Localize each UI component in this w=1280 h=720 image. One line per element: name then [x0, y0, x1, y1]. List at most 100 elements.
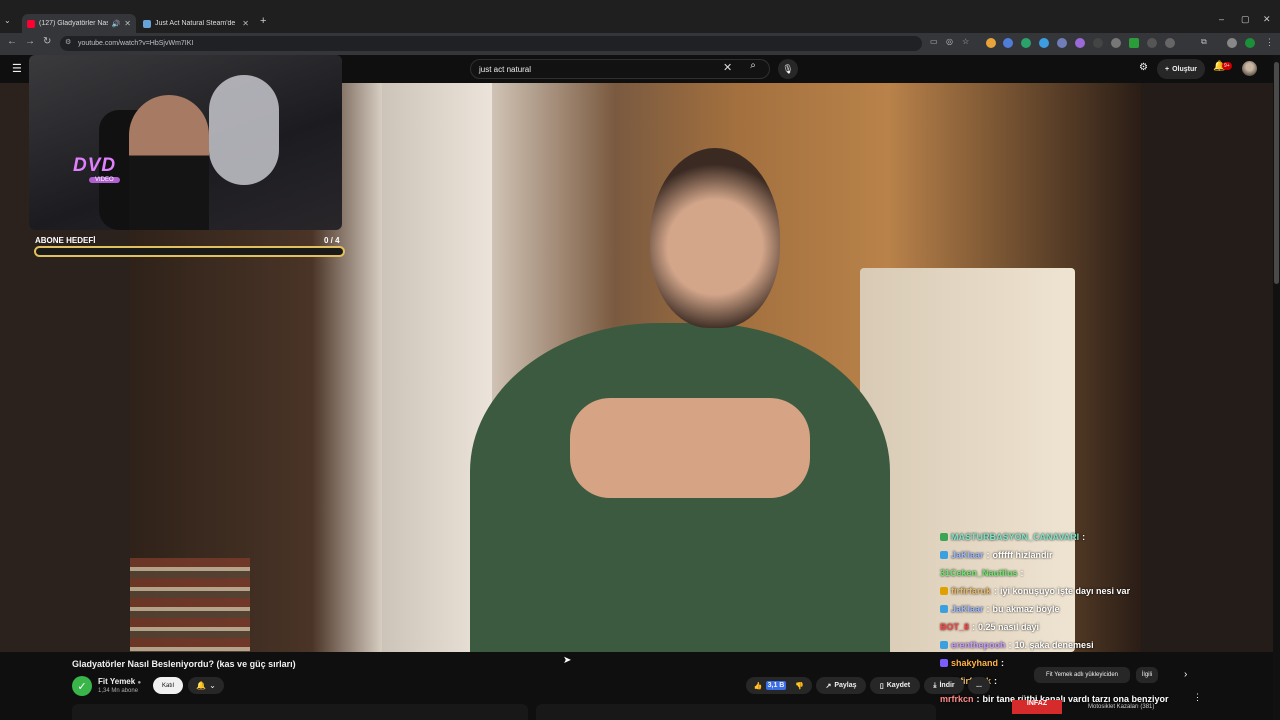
download-button[interactable]: ⤓ İndir [924, 677, 964, 694]
account-avatar[interactable] [1242, 61, 1257, 76]
extension-icon[interactable] [1021, 38, 1031, 48]
webcam-person [129, 95, 209, 230]
download-icon: ⤓ [933, 681, 937, 689]
chat-message: erenthepooh:10. şaka denemesi [940, 636, 1190, 654]
extension-icon[interactable] [1039, 38, 1049, 48]
notification-badge: 9+ [1222, 62, 1232, 70]
chat-separator: : [994, 676, 998, 686]
forward-icon[interactable]: → [25, 36, 35, 47]
browser-menu-icon[interactable]: ⋮ [1265, 37, 1274, 48]
cast-icon[interactable]: ▭ [930, 37, 938, 46]
chat-username: mrfrkcn [940, 694, 974, 704]
close-window-button[interactable]: ✕ [1263, 14, 1271, 25]
chat-badge-icon [940, 551, 948, 559]
steam-favicon-icon [143, 19, 151, 28]
extensions-puzzle-icon[interactable]: ⧉ [1201, 37, 1207, 47]
like-icon[interactable]: 👍 [754, 682, 763, 690]
create-button[interactable]: + Oluştur [1157, 59, 1205, 79]
speaker-icon[interactable]: 🔊 [112, 20, 121, 28]
chat-badge-icon [940, 659, 948, 667]
address-bar[interactable]: youtube.com/watch?v=HbSjvWm7IKI [60, 36, 922, 51]
maximize-button[interactable]: ▢ [1241, 14, 1250, 25]
save-label: Kaydet [886, 682, 911, 689]
chat-separator: : [986, 604, 990, 614]
extension-icon[interactable] [1093, 38, 1103, 48]
tab-search-icon[interactable]: ⌄ [4, 16, 11, 25]
join-button[interactable]: Katıl [153, 677, 183, 694]
plus-icon: + [1165, 65, 1170, 73]
chat-username: shakyhand [951, 658, 999, 668]
chevron-right-icon[interactable]: › [1184, 669, 1187, 680]
back-icon[interactable]: ← [7, 36, 17, 47]
profile-icon[interactable] [1245, 38, 1255, 48]
extension-icon[interactable] [986, 38, 996, 48]
chat-username: 31Ceken_Nautilus [940, 568, 1018, 578]
chat-username: JaKlaar [951, 604, 984, 614]
more-options-icon[interactable]: ⋮ [1193, 692, 1202, 703]
chat-username: erenthepooh [951, 640, 1006, 650]
chevron-down-icon: ⌄ [209, 681, 216, 690]
extension-icon[interactable] [1057, 38, 1067, 48]
video-person-head [650, 148, 780, 328]
search-icon[interactable]: ⌕ [742, 60, 764, 78]
chat-badge-icon [940, 533, 948, 541]
extension-gear-icon[interactable]: ⚙ [1139, 62, 1148, 73]
subscriber-goal-count: 0 / 4 [324, 236, 340, 245]
subscriber-goal-label: ABONE HEDEFİ [35, 236, 96, 245]
more-actions-button[interactable]: ... [968, 677, 990, 694]
chat-badge-icon [940, 605, 948, 613]
tab-steam[interactable]: Just Act Natural Steam'de ✕ [138, 14, 254, 33]
chat-text: 10. şaka denemesi [1014, 640, 1094, 650]
chip-from-uploader[interactable]: Fit Yemek adlı yükleyiciden [1034, 667, 1130, 683]
recommended-thumbnail-banner[interactable]: İNFAZ [1012, 700, 1062, 714]
dislike-icon[interactable]: 👎 [795, 682, 804, 690]
sidebar-icon[interactable] [1227, 38, 1237, 48]
extension-icon[interactable] [1111, 38, 1121, 48]
recommended-video-title[interactable]: Motosiklet Kazaları (381) [1088, 704, 1154, 710]
share-button[interactable]: ↗ Paylaş [816, 677, 866, 694]
bookmark-star-icon[interactable]: ☆ [962, 37, 969, 46]
extension-icon[interactable] [1003, 38, 1013, 48]
video-scene-books [130, 558, 250, 652]
chat-separator: : [1008, 640, 1012, 650]
extension-icon[interactable] [1147, 38, 1157, 48]
chip-related[interactable]: İlgili [1136, 667, 1158, 683]
extension-icon[interactable] [1165, 38, 1175, 48]
extension-icon[interactable] [1075, 38, 1085, 48]
video-person-hands [570, 398, 810, 498]
chat-badge-icon [940, 587, 948, 595]
dvd-logo-sub: VIDEO [89, 177, 120, 183]
subscriber-count: 1,34 Mn abone [98, 688, 139, 694]
channel-name-text: Fit Yemek [98, 677, 136, 686]
hamburger-menu-icon[interactable]: ☰ [12, 62, 22, 75]
microphone-icon[interactable]: 🎙 [778, 59, 798, 79]
chat-text: bir tane rütbi kanalı vardı tarzı ona be… [982, 694, 1169, 704]
download-label: İndir [939, 682, 955, 689]
minimize-button[interactable]: – [1219, 14, 1224, 24]
channel-avatar[interactable]: ✓ [72, 676, 92, 696]
reload-icon[interactable]: ↻ [43, 36, 51, 47]
eye-off-icon[interactable]: ◎ [946, 37, 953, 46]
description-card[interactable] [72, 704, 528, 720]
scrollbar-thumb[interactable] [1274, 62, 1279, 284]
chat-username: JaKlaar [951, 550, 984, 560]
close-tab-icon[interactable]: ✕ [124, 19, 131, 28]
channel-name[interactable]: Fit Yemek ● [98, 677, 141, 686]
dvd-logo: DVD [73, 155, 117, 176]
chat-separator: : [986, 550, 990, 560]
site-info-icon[interactable]: ⚙ [65, 38, 71, 46]
tab-youtube[interactable]: (127) Gladyatörler Nasıl Be 🔊 ✕ [22, 14, 136, 33]
chat-text: iyi konuşuyo işte dayı nesi var [1000, 586, 1131, 596]
extension-icon[interactable] [1129, 38, 1139, 48]
subscription-bell-button[interactable]: 🔔 ⌄ [188, 677, 224, 694]
comments-card[interactable] [536, 704, 936, 720]
chat-badge-icon [940, 641, 948, 649]
new-tab-button[interactable]: + [260, 15, 266, 27]
subscriber-goal-progress-bar [34, 246, 345, 257]
clear-search-icon[interactable]: ✕ [723, 61, 732, 74]
youtube-favicon-icon [27, 19, 35, 28]
chat-message: 31Ceken_Nautilus: [940, 564, 1190, 582]
like-count[interactable]: 3,1 B [765, 681, 787, 690]
save-button[interactable]: ▯ Kaydet [870, 677, 920, 694]
close-tab-icon[interactable]: ✕ [242, 19, 249, 28]
